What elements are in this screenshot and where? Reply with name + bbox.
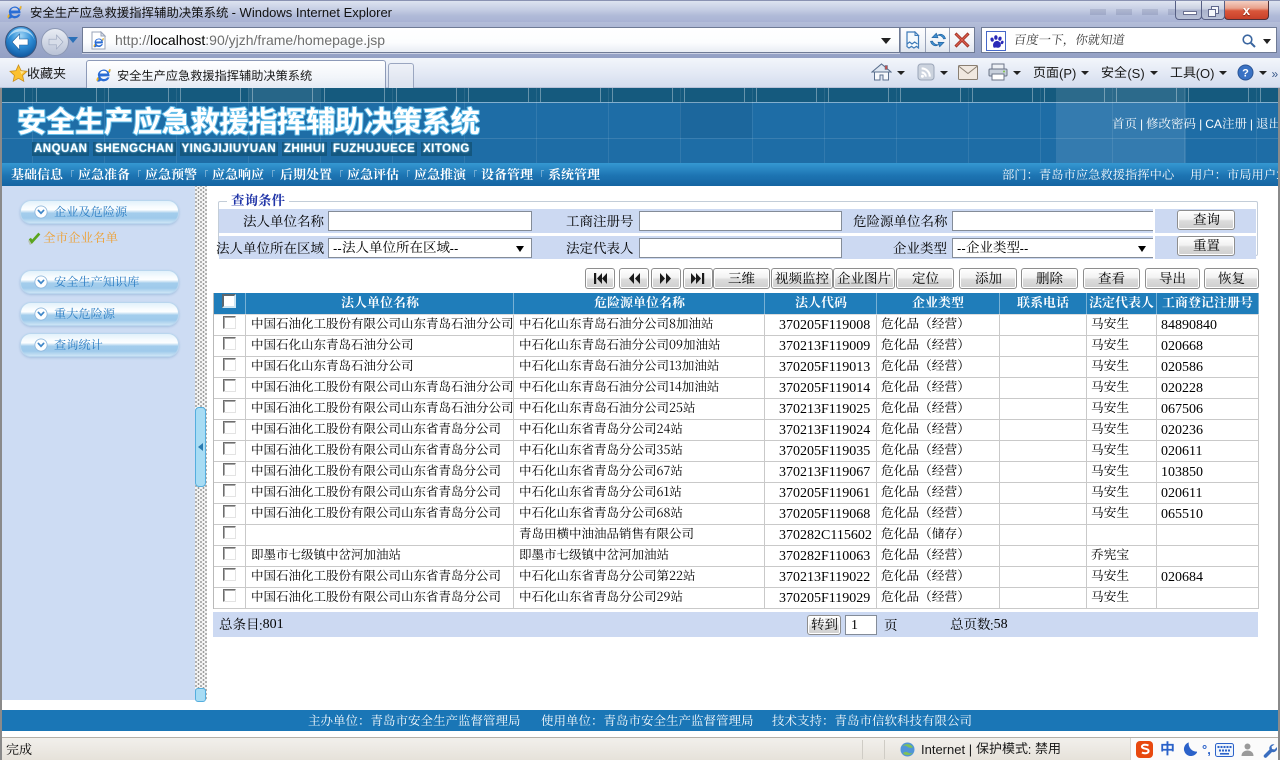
svg-text:?: ? xyxy=(1243,67,1250,79)
